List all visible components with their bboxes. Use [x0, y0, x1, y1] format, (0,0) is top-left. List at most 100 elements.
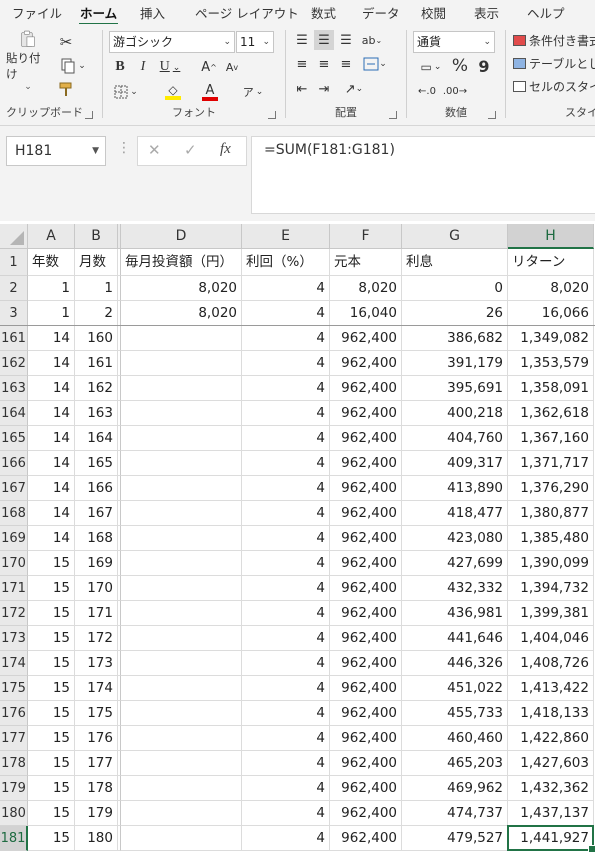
font-launcher-icon[interactable] — [268, 111, 276, 119]
cell-G171[interactable]: 432,332 — [402, 576, 508, 601]
tab-7[interactable]: 表示 — [474, 3, 499, 22]
cell-H162[interactable]: 1,353,579 — [508, 351, 594, 376]
font-color-button[interactable]: A — [194, 82, 226, 102]
cell-G181[interactable]: 479,527 — [402, 826, 508, 851]
cell-B176[interactable]: 175 — [75, 701, 118, 726]
cell-G173[interactable]: 441,646 — [402, 626, 508, 651]
cell-B175[interactable]: 174 — [75, 676, 118, 701]
cancel-icon[interactable]: ✕ — [148, 141, 161, 159]
cell-B164[interactable]: 163 — [75, 401, 118, 426]
cell-F172[interactable]: 962,400 — [330, 601, 402, 626]
cell-F180[interactable]: 962,400 — [330, 801, 402, 826]
align-right-button[interactable]: ≡ — [336, 54, 356, 74]
tab-0[interactable]: ファイル — [12, 3, 62, 22]
row-header[interactable]: 170 — [0, 551, 28, 576]
column-header-E[interactable]: E — [242, 224, 330, 249]
row-header[interactable]: 177 — [0, 726, 28, 751]
cell-E171[interactable]: 4 — [242, 576, 330, 601]
number-launcher-icon[interactable] — [488, 111, 496, 119]
cell-H176[interactable]: 1,418,133 — [508, 701, 594, 726]
cell-B172[interactable]: 171 — [75, 601, 118, 626]
cell-D174[interactable] — [121, 651, 242, 676]
cell-G179[interactable]: 469,962 — [402, 776, 508, 801]
cell-E162[interactable]: 4 — [242, 351, 330, 376]
cell-D179[interactable] — [121, 776, 242, 801]
cell-D180[interactable] — [121, 801, 242, 826]
merge-cells-button[interactable]: ⌄ — [360, 54, 390, 74]
row-header[interactable]: 181 — [0, 826, 28, 851]
cell-A177[interactable]: 15 — [28, 726, 75, 751]
percent-button[interactable]: % — [450, 55, 470, 77]
formula-bar-handle-icon[interactable]: ⋮ — [117, 140, 131, 156]
align-top-button[interactable]: ☰ — [292, 30, 312, 50]
cell-E179[interactable]: 4 — [242, 776, 330, 801]
cell-A167[interactable]: 14 — [28, 476, 75, 501]
cell-D178[interactable] — [121, 751, 242, 776]
cell-H172[interactable]: 1,399,381 — [508, 601, 594, 626]
cell-F161[interactable]: 962,400 — [330, 326, 402, 351]
row-header[interactable]: 172 — [0, 601, 28, 626]
cell-H2[interactable]: 8,020 — [508, 276, 594, 301]
alignment-launcher-icon[interactable] — [389, 111, 397, 119]
fill-color-button[interactable]: ◇ — [156, 82, 190, 102]
cell-G169[interactable]: 423,080 — [402, 526, 508, 551]
cell-H167[interactable]: 1,376,290 — [508, 476, 594, 501]
cell-F181[interactable]: 962,400 — [330, 826, 402, 851]
cell-A176[interactable]: 15 — [28, 701, 75, 726]
cell-G3[interactable]: 26 — [402, 301, 508, 326]
cell-G168[interactable]: 418,477 — [402, 501, 508, 526]
row-header[interactable]: 178 — [0, 751, 28, 776]
cell-F170[interactable]: 962,400 — [330, 551, 402, 576]
cell-B170[interactable]: 169 — [75, 551, 118, 576]
cell-D164[interactable] — [121, 401, 242, 426]
row-header[interactable]: 175 — [0, 676, 28, 701]
cell-F163[interactable]: 962,400 — [330, 376, 402, 401]
cell-D170[interactable] — [121, 551, 242, 576]
column-header-D[interactable]: D — [121, 224, 242, 249]
row-header[interactable]: 176 — [0, 701, 28, 726]
phonetic-button[interactable]: ア ⌄ — [240, 82, 266, 102]
cell-H161[interactable]: 1,349,082 — [508, 326, 594, 351]
column-header-H[interactable]: H — [508, 224, 594, 249]
cell-A171[interactable]: 15 — [28, 576, 75, 601]
tab-6[interactable]: 校閲 — [421, 3, 446, 22]
increase-indent-button[interactable]: ⇥ — [314, 79, 334, 99]
row-header[interactable]: 174 — [0, 651, 28, 676]
decrease-indent-button[interactable]: ⇤ — [292, 79, 312, 99]
cell-B3[interactable]: 2 — [75, 301, 118, 326]
row-header[interactable]: 163 — [0, 376, 28, 401]
cell-H178[interactable]: 1,427,603 — [508, 751, 594, 776]
cell-H173[interactable]: 1,404,046 — [508, 626, 594, 651]
cell-D166[interactable] — [121, 451, 242, 476]
cell-A178[interactable]: 15 — [28, 751, 75, 776]
cell-B1[interactable]: 月数 — [75, 249, 118, 276]
cell-E164[interactable]: 4 — [242, 401, 330, 426]
cell-A166[interactable]: 14 — [28, 451, 75, 476]
column-header-B[interactable]: B — [75, 224, 118, 249]
cell-E176[interactable]: 4 — [242, 701, 330, 726]
cell-H1[interactable]: リターン — [508, 249, 594, 276]
paste-button[interactable]: 貼り付け ⌄ — [6, 30, 50, 92]
enter-icon[interactable]: ✓ — [184, 141, 197, 159]
cell-G2[interactable]: 0 — [402, 276, 508, 301]
cell-D173[interactable] — [121, 626, 242, 651]
cell-B174[interactable]: 173 — [75, 651, 118, 676]
cell-E3[interactable]: 4 — [242, 301, 330, 326]
row-header[interactable]: 180 — [0, 801, 28, 826]
copy-button[interactable]: ⌄ — [56, 56, 90, 76]
font-name-dropdown[interactable]: 游ゴシック ⌄ — [109, 31, 235, 53]
comma-button[interactable]: 9 — [474, 55, 494, 77]
formula-input[interactable]: =SUM(F181:G181) — [251, 136, 595, 214]
cell-D162[interactable] — [121, 351, 242, 376]
cell-E163[interactable]: 4 — [242, 376, 330, 401]
tab-3[interactable]: ページ レイアウト — [195, 3, 299, 22]
cell-D168[interactable] — [121, 501, 242, 526]
cell-G176[interactable]: 455,733 — [402, 701, 508, 726]
cell-B171[interactable]: 170 — [75, 576, 118, 601]
cell-F169[interactable]: 962,400 — [330, 526, 402, 551]
cell-E175[interactable]: 4 — [242, 676, 330, 701]
align-bottom-button[interactable]: ☰ — [336, 30, 356, 50]
cell-E2[interactable]: 4 — [242, 276, 330, 301]
cell-H174[interactable]: 1,408,726 — [508, 651, 594, 676]
conditional-formatting-button[interactable]: 条件付き書式 — [513, 30, 595, 50]
